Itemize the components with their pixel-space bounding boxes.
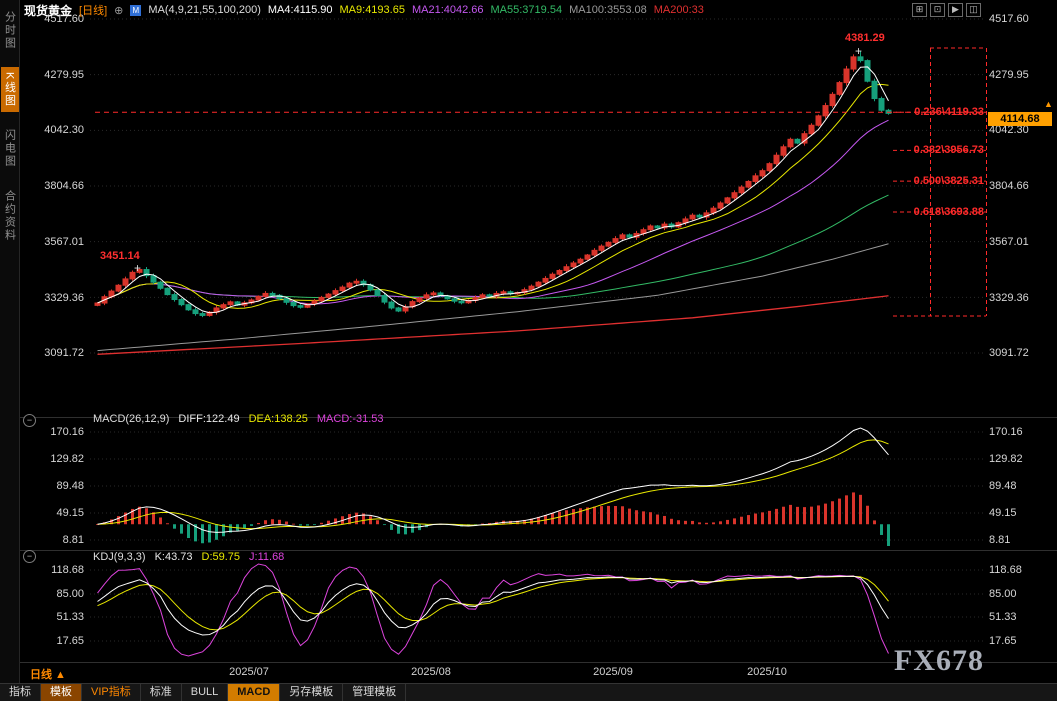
tab-template[interactable]: 模板 bbox=[41, 684, 82, 701]
tab-save-template[interactable]: 另存模板 bbox=[280, 684, 344, 701]
price-axis-label: 4279.95 bbox=[989, 69, 1029, 81]
peak-cross-marker: + bbox=[855, 44, 863, 58]
kdj-axis-label: 118.68 bbox=[51, 564, 84, 576]
tab-bull[interactable]: BULL bbox=[182, 684, 229, 701]
price-axis-label: 3804.66 bbox=[989, 180, 1029, 192]
macd-axis-label: 49.15 bbox=[56, 507, 84, 519]
fib-382-label: 0.382\3956.73 bbox=[913, 144, 984, 156]
fx678-watermark: FX678 bbox=[894, 644, 984, 677]
month-label: 2025/07 bbox=[229, 666, 269, 678]
ma55-legend: MA55:3719.54 bbox=[490, 4, 563, 16]
price-axis-label: 3091.72 bbox=[989, 347, 1029, 359]
circle-plus-icon[interactable]: ⊕ bbox=[114, 4, 123, 17]
macd-value: MACD:-31.53 bbox=[316, 413, 384, 425]
fib-618-label: 0.618\3693.88 bbox=[913, 206, 984, 218]
ma200-legend: MA200:33 bbox=[653, 4, 704, 16]
period-selector[interactable]: 日线 ▲ bbox=[30, 666, 66, 682]
month-label: 2025/08 bbox=[411, 666, 451, 678]
ma-settings-icon[interactable]: M bbox=[130, 4, 142, 16]
sidebar-item-lightning-chart[interactable]: 闪电图 bbox=[1, 124, 19, 173]
price-axis-label: 3567.01 bbox=[989, 236, 1029, 248]
macd-axis-label: 129.82 bbox=[50, 453, 84, 465]
bottom-toolbar: 指标 模板 VIP指标 标准 BULL MACD 另存模板 管理模板 bbox=[0, 683, 1057, 701]
peak-price-label: 4381.29 bbox=[845, 32, 885, 44]
sidebar-item-contract-info[interactable]: 合约资料 bbox=[1, 185, 19, 247]
macd-axis-label: 89.48 bbox=[56, 480, 84, 492]
boxed-layout-icon[interactable]: ⊡ bbox=[930, 3, 945, 17]
trading-app-window: 分时图 K线图 闪电图 合约资料 现货黄金 [日线] ⊕ M MA(4,9,21… bbox=[0, 0, 1057, 701]
macd-params: MACD(26,12,9) bbox=[93, 413, 170, 425]
tab-macd[interactable]: MACD bbox=[228, 684, 281, 701]
ma21-legend: MA21:4042.66 bbox=[411, 4, 484, 16]
price-axis-label: 3091.72 bbox=[44, 347, 84, 359]
macd-axis-label: 49.15 bbox=[989, 507, 1017, 519]
chart-header: 现货黄金 [日线] ⊕ M MA(4,9,21,55,100,200) MA4:… bbox=[24, 2, 1057, 18]
sidebar-item-timeshare-chart[interactable]: 分时图 bbox=[1, 6, 19, 55]
tab-standard[interactable]: 标准 bbox=[141, 684, 182, 701]
price-axis-label: 3567.01 bbox=[44, 236, 84, 248]
kdj-axis-label: 51.33 bbox=[56, 611, 84, 623]
macd-axis-label: 89.48 bbox=[989, 480, 1017, 492]
play-icon[interactable]: ▶ bbox=[948, 3, 963, 17]
kdj-j-value: J:11.68 bbox=[249, 551, 285, 563]
period-tag[interactable]: [日线] bbox=[79, 2, 107, 18]
price-axis-label: 3804.66 bbox=[44, 180, 84, 192]
price-axis-label: 3329.36 bbox=[989, 292, 1029, 304]
kdj-params: KDJ(9,3,3) bbox=[93, 551, 146, 563]
ma100-legend: MA100:3553.08 bbox=[569, 4, 647, 16]
month-label: 2025/10 bbox=[747, 666, 787, 678]
collapse-kdj-button[interactable]: − bbox=[23, 550, 36, 563]
kdj-axis-label: 85.00 bbox=[56, 588, 84, 600]
kdj-axis-label: 118.68 bbox=[989, 564, 1022, 576]
tab-manage-template[interactable]: 管理模板 bbox=[343, 684, 407, 701]
collapse-macd-button[interactable]: − bbox=[23, 414, 36, 427]
ma4-legend: MA4:4115.90 bbox=[267, 4, 333, 16]
macd-axis-label: 129.82 bbox=[989, 453, 1023, 465]
price-up-arrow-icon: ▲ bbox=[1044, 99, 1053, 109]
ma-legend-prefix: MA(4,9,21,55,100,200) bbox=[148, 4, 261, 16]
kdj-axis-label: 51.33 bbox=[989, 611, 1017, 623]
kdj-axis-label: 85.00 bbox=[989, 588, 1017, 600]
macd-axis-label: 170.16 bbox=[50, 426, 84, 438]
tab-vip-indicator[interactable]: VIP指标 bbox=[82, 684, 141, 701]
month-label: 2025/09 bbox=[593, 666, 633, 678]
kdj-k-value: K:43.73 bbox=[154, 551, 193, 563]
kdj-header: KDJ(9,3,3) K:43.73 D:59.75 J:11.68 bbox=[93, 551, 284, 563]
current-price-badge: 4114.68 bbox=[988, 112, 1052, 126]
macd-axis-label: 8.81 bbox=[62, 534, 84, 546]
price-axis-label: 4042.30 bbox=[44, 124, 84, 136]
macd-axis-label: 8.81 bbox=[989, 534, 1011, 546]
fib-236-label: 0.236\4119.33 bbox=[914, 106, 984, 118]
macd-dea-value: DEA:138.25 bbox=[248, 413, 308, 425]
sidebar-item-kline-chart[interactable]: K线图 bbox=[0, 67, 19, 113]
window-icon-group: ⊞ ⊡ ▶ ◫ bbox=[912, 3, 981, 17]
kdj-axis-label: 17.65 bbox=[56, 635, 84, 647]
swing-high-cross-marker: + bbox=[134, 261, 142, 275]
panel-layout-icon[interactable]: ◫ bbox=[966, 3, 981, 17]
ma9-legend: MA9:4193.65 bbox=[339, 4, 405, 16]
price-axis-label: 3329.36 bbox=[44, 292, 84, 304]
price-axis-label: 4279.95 bbox=[44, 69, 84, 81]
symbol-title: 现货黄金 bbox=[24, 3, 73, 18]
chart-type-sidebar: 分时图 K线图 闪电图 合约资料 bbox=[0, 0, 20, 701]
macd-header: MACD(26,12,9) DIFF:122.49 DEA:138.25 MAC… bbox=[93, 413, 384, 425]
kdj-axis-label: 17.65 bbox=[989, 635, 1017, 647]
macd-diff-value: DIFF:122.49 bbox=[178, 413, 240, 425]
macd-axis-label: 170.16 bbox=[989, 426, 1023, 438]
kdj-d-value: D:59.75 bbox=[201, 551, 241, 563]
grid-layout-icon[interactable]: ⊞ bbox=[912, 3, 927, 17]
tab-indicator[interactable]: 指标 bbox=[0, 684, 41, 701]
fib-500-label: 0.500\3825.31 bbox=[913, 175, 984, 187]
